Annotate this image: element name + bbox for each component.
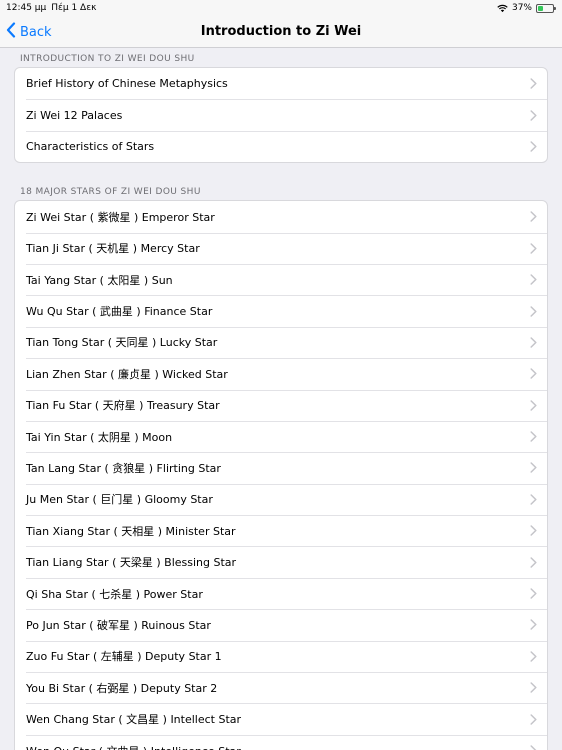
list-item-label: Tian Ji Star ( 天机星 ) Mercy Star (26, 242, 200, 256)
list-item-label: Zuo Fu Star ( 左辅星 ) Deputy Star 1 (26, 650, 222, 664)
list-item[interactable]: Zi Wei 12 Palaces (15, 99, 547, 130)
chevron-right-icon (530, 305, 537, 317)
list-item-label: Po Jun Star ( 破军星 ) Ruinous Star (26, 618, 211, 632)
chevron-right-icon (530, 431, 537, 442)
list-item[interactable]: Brief History of Chinese Metaphysics (15, 68, 547, 99)
list-item-label: Tai Yang Star ( 太阳星 ) Sun (26, 273, 173, 287)
battery-percent: 37% (511, 3, 532, 13)
list-item-label: Tan Lang Star ( 贪狼星 ) Flirting Star (26, 461, 221, 475)
wifi-icon (497, 4, 508, 13)
list-item[interactable]: Tian Liang Star ( 天梁星 ) Blessing Star (15, 546, 547, 577)
list-item[interactable]: Ju Men Star ( 巨门星 ) Gloomy Star (15, 483, 547, 515)
content: INTRODUCTION TO ZI WEI DOU SHU Brief His… (0, 48, 562, 750)
chevron-right-icon (530, 141, 537, 152)
list-item-label: Zi Wei 12 Palaces (26, 108, 123, 122)
chevron-right-icon (530, 588, 537, 599)
list-item[interactable]: Lian Zhen Star ( 廉贞星 ) Wicked Star (15, 358, 547, 389)
list-item-label: Characteristics of Stars (26, 139, 155, 153)
list-item[interactable]: Tian Ji Star ( 天机星 ) Mercy Star (15, 232, 547, 264)
chevron-right-icon (530, 619, 537, 631)
battery-icon (536, 3, 556, 13)
chevron-right-icon (530, 274, 537, 285)
chevron-right-icon (530, 211, 537, 223)
list-item[interactable]: Zi Wei Star ( 紫微星 ) Emperor Star (15, 201, 547, 232)
status-right: 37% (497, 3, 556, 13)
list-item[interactable]: You Bi Star ( 右弼星 ) Deputy Star 2 (15, 672, 547, 703)
list-group-introduction: Brief History of Chinese Metaphysics Zi W… (14, 67, 548, 164)
list-item[interactable]: Tian Xiang Star ( 天相星 ) Minister Star (15, 515, 547, 546)
status-left: 12:45 μμ Πέμ 1 Δεκ (6, 3, 96, 13)
list-item-label: Tian Xiang Star ( 天相星 ) Minister Star (26, 524, 236, 538)
section-header-introduction: INTRODUCTION TO ZI WEI DOU SHU (20, 54, 195, 64)
list-item[interactable]: Qi Sha Star ( 七杀星 ) Power Star (15, 577, 547, 609)
list-item[interactable]: Wen Qu Star ( 文曲星 ) Intelligence Star (15, 734, 547, 750)
list-item-label: Lian Zhen Star ( 廉贞星 ) Wicked Star (26, 367, 228, 381)
list-item-label: Tian Tong Star ( 天同星 ) Lucky Star (26, 336, 218, 350)
page-title: Introduction to Zi Wei (200, 24, 362, 39)
chevron-right-icon (530, 494, 537, 505)
list-item-label: Brief History of Chinese Metaphysics (26, 77, 228, 91)
list-item[interactable]: Tai Yang Star ( 太阳星 ) Sun (15, 263, 547, 295)
chevron-right-icon (530, 399, 537, 411)
list-item[interactable]: Po Jun Star ( 破军星 ) Ruinous Star (15, 609, 547, 640)
chevron-right-icon (530, 462, 537, 474)
back-label: Back (20, 24, 52, 40)
section-header-major-stars: 18 MAJOR STARS OF ZI WEI DOU SHU (20, 187, 201, 198)
chevron-right-icon (530, 745, 537, 750)
list-item[interactable]: Tai Yin Star ( 太阴星 ) Moon (15, 420, 547, 452)
battery-fill (538, 5, 544, 11)
chevron-right-icon (530, 556, 537, 568)
status-time: 12:45 μμ (6, 3, 47, 13)
chevron-right-icon (530, 78, 537, 89)
chevron-left-icon (6, 22, 16, 42)
list-item-label: Wen Chang Star ( 文昌星 ) Intellect Star (26, 713, 242, 727)
navigation-bar: Back Introduction to Zi Wei (0, 16, 562, 48)
list-item[interactable]: Tian Tong Star ( 天同星 ) Lucky Star (15, 326, 547, 358)
list-item[interactable]: Tan Lang Star ( 贪狼星 ) Flirting Star (15, 452, 547, 483)
chevron-right-icon (530, 682, 537, 693)
list-item-label: Zi Wei Star ( 紫微星 ) Emperor Star (26, 210, 215, 224)
list-group-major-stars: Zi Wei Star ( 紫微星 ) Emperor Star Tian Ji … (14, 200, 548, 750)
list-item-label: Tian Liang Star ( 天梁星 ) Blessing Star (26, 556, 237, 570)
list-item[interactable]: Wen Chang Star ( 文昌星 ) Intellect Star (15, 703, 547, 734)
list-item-label: Wu Qu Star ( 武曲星 ) Finance Star (26, 305, 213, 319)
list-item-label: Qi Sha Star ( 七杀星 ) Power Star (26, 587, 203, 601)
list-item-label: You Bi Star ( 右弼星 ) Deputy Star 2 (26, 681, 218, 695)
list-item-label: Ju Men Star ( 巨门星 ) Gloomy Star (26, 493, 213, 507)
list-item-label: Wen Qu Star ( 文曲星 ) Intelligence Star (26, 743, 241, 750)
chevron-right-icon (530, 713, 537, 725)
back-button[interactable]: Back (6, 20, 52, 44)
chevron-right-icon (530, 337, 537, 348)
list-item[interactable]: Zuo Fu Star ( 左辅星 ) Deputy Star 1 (15, 640, 547, 672)
chevron-right-icon (530, 525, 537, 537)
chevron-right-icon (530, 368, 537, 380)
status-bar: 12:45 μμ Πέμ 1 Δεκ 37% (0, 0, 562, 16)
list-item-label: Tai Yin Star ( 太阴星 ) Moon (26, 430, 173, 444)
chevron-right-icon (530, 109, 537, 121)
chevron-right-icon (530, 243, 537, 254)
list-item-label: Tian Fu Star ( 天府星 ) Treasury Star (26, 399, 220, 413)
list-item[interactable]: Characteristics of Stars (15, 130, 547, 162)
status-date: Πέμ 1 Δεκ (51, 3, 97, 13)
chevron-right-icon (530, 651, 537, 662)
list-item[interactable]: Tian Fu Star ( 天府星 ) Treasury Star (15, 389, 547, 421)
list-item[interactable]: Wu Qu Star ( 武曲星 ) Finance Star (15, 295, 547, 326)
